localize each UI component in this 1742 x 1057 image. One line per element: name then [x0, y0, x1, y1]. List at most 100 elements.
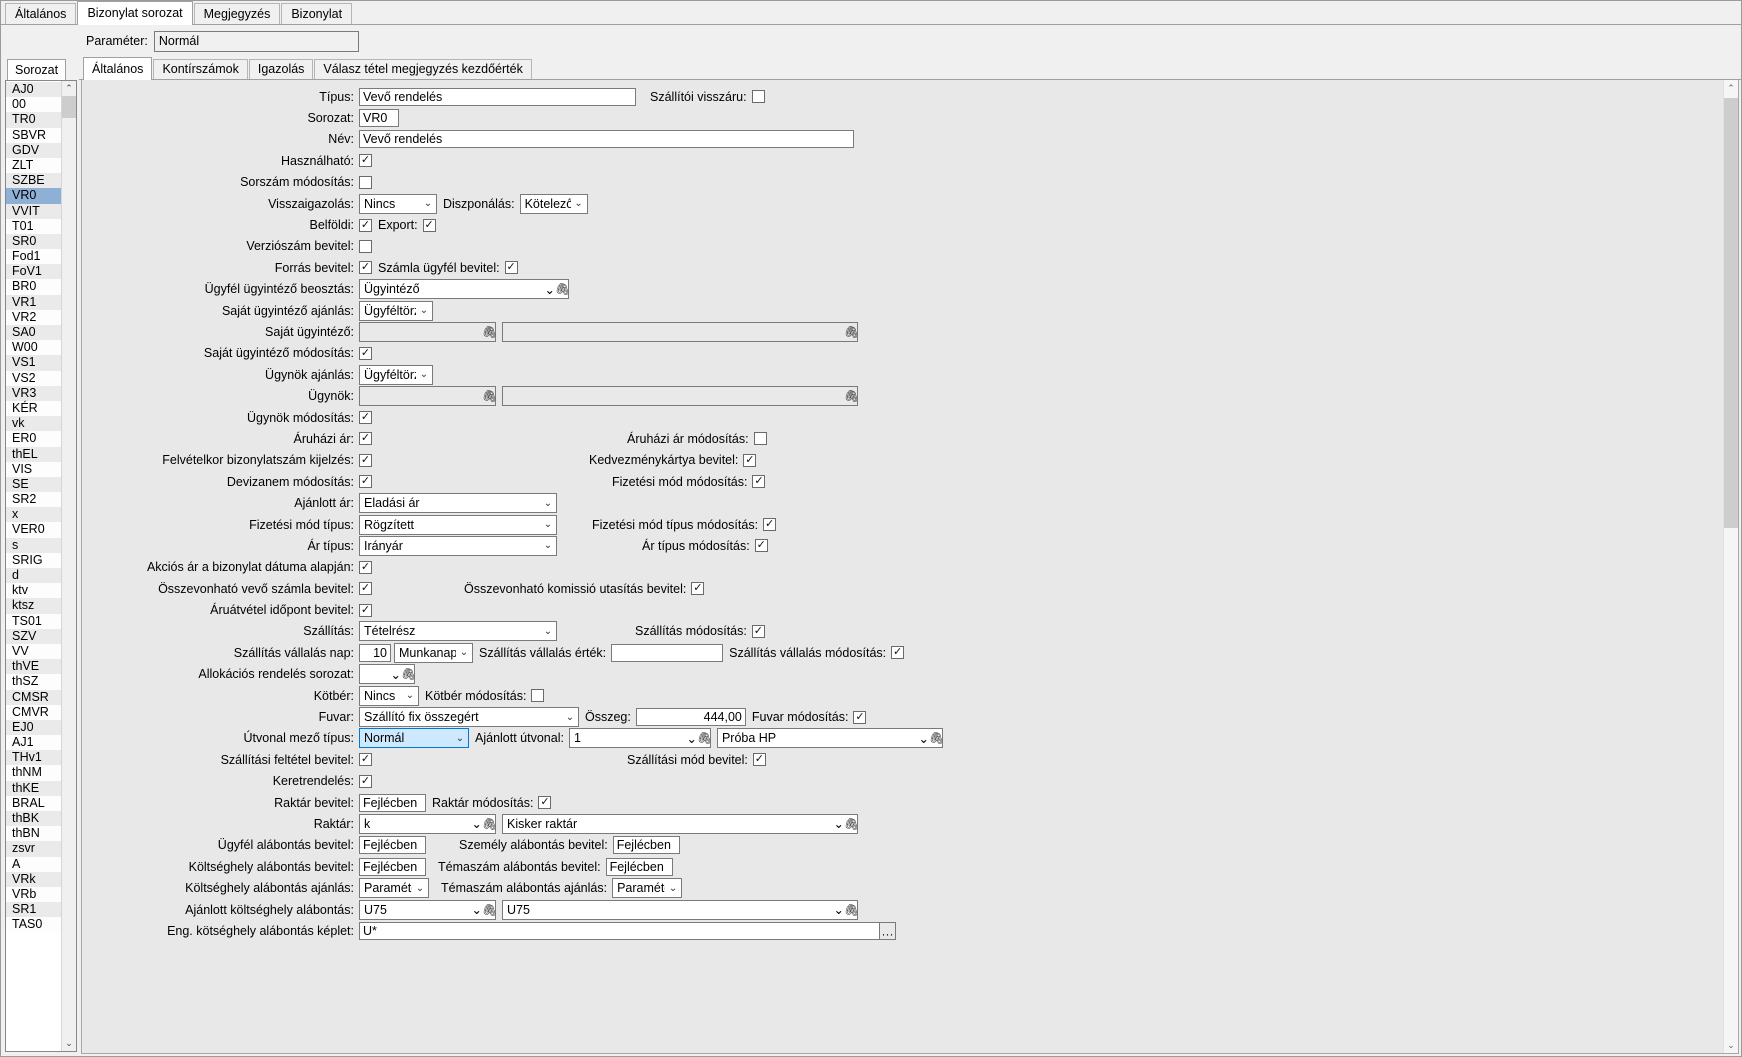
diszponalas-select[interactable]: Kötelező ⌄ — [519, 193, 588, 214]
form-scroll-up-icon[interactable]: ⌃ — [1724, 80, 1738, 96]
list-item[interactable]: BR0 — [6, 279, 61, 295]
tab-megjegyzes[interactable]: Megjegyzés — [193, 3, 281, 24]
list-item[interactable]: d — [6, 568, 61, 584]
clip-icon[interactable]: 🖇 — [482, 325, 497, 339]
list-item[interactable]: AJ1 — [6, 735, 61, 751]
devizanem-checkbox[interactable] — [359, 475, 372, 489]
list-item[interactable]: thEL — [6, 446, 61, 462]
ugyfel-alabontas-input[interactable] — [359, 836, 426, 855]
szallitas-vallalas-modositas-checkbox[interactable] — [891, 646, 905, 660]
list-item[interactable]: 00 — [6, 97, 61, 113]
ajanlott-utvonal-name-select[interactable]: Próba HP ⌄ 🖇 — [716, 728, 944, 749]
list-item[interactable]: VS2 — [6, 370, 61, 386]
tab-detail-altalanos[interactable]: Általános — [83, 57, 153, 80]
list-item[interactable]: FoV1 — [6, 264, 61, 280]
sajat-ugyintezo-code-field[interactable]: 🖇 — [359, 321, 497, 342]
szallitas-modositas-checkbox[interactable] — [751, 624, 765, 638]
felvetelkor-checkbox[interactable] — [359, 453, 372, 467]
list-item[interactable]: SR2 — [6, 492, 61, 508]
eng-koltseghely-input[interactable] — [359, 921, 880, 940]
list-item[interactable]: CMSR — [6, 689, 61, 705]
clip-icon[interactable]: 🖇 — [482, 903, 497, 917]
clip-icon[interactable]: 🖇 — [929, 731, 944, 745]
form-scroll-down-icon[interactable]: ⌄ — [1724, 1037, 1738, 1053]
list-item[interactable]: SA0 — [6, 325, 61, 341]
ellipsis-button[interactable]: ··· — [880, 921, 896, 940]
list-item[interactable]: THv1 — [6, 750, 61, 766]
clip-icon[interactable]: 🖇 — [844, 389, 859, 403]
sorszam-modositas-checkbox[interactable] — [359, 175, 372, 189]
list-item[interactable]: VR3 — [6, 385, 61, 401]
ugynok-modositas-checkbox[interactable] — [359, 411, 372, 425]
ugynok-name-field[interactable]: 🖇 — [502, 386, 859, 407]
scrollbar-track[interactable] — [62, 118, 76, 1036]
aruhazi-ar-checkbox[interactable] — [359, 432, 372, 446]
ar-tipus-modositas-checkbox[interactable] — [754, 539, 768, 553]
szemely-alabontas-input[interactable] — [612, 836, 680, 855]
aruhazi-ar-modositas-checkbox[interactable] — [753, 432, 767, 446]
list-item[interactable]: thBN — [6, 826, 61, 842]
form-scrollbar-track[interactable] — [1724, 528, 1738, 1037]
tab-sorozat[interactable]: Sorozat — [7, 59, 67, 80]
list-item[interactable]: zsvr — [6, 841, 61, 857]
forras-bevitel-checkbox[interactable] — [359, 261, 372, 275]
tab-detail-valasz-tetel[interactable]: Válasz tétel megjegyzés kezdőérték — [314, 59, 532, 79]
list-item[interactable]: ZLT — [6, 157, 61, 174]
list-item[interactable]: AJ0 — [6, 82, 61, 98]
tab-bizonylat-sorozat[interactable]: Bizonylat sorozat — [77, 1, 193, 25]
szamla-ugyfel-checkbox[interactable] — [504, 261, 518, 275]
list-item[interactable]: x — [6, 507, 61, 523]
sajat-ugyintezo-name-field[interactable]: 🖇 — [502, 321, 859, 342]
raktar-bevitel-input[interactable] — [359, 793, 426, 812]
clip-icon[interactable]: 🖇 — [482, 817, 497, 831]
kotber-select[interactable]: Nincs ⌄ — [359, 685, 419, 706]
ajanlott-koltseghely-code-select[interactable]: U75 ⌄ 🖇 — [359, 899, 497, 920]
list-item[interactable]: GDV — [6, 142, 61, 158]
szallitas-select[interactable]: Tételrész ⌄ — [359, 621, 557, 642]
clip-icon[interactable]: 🖇 — [844, 817, 859, 831]
list-item[interactable]: W00 — [6, 340, 61, 356]
list-item[interactable]: thSZ — [6, 674, 61, 690]
list-item[interactable]: TS01 — [6, 613, 61, 629]
tab-bizonylat[interactable]: Bizonylat — [281, 3, 353, 24]
ugyfel-ugyintezo-beosztas-select[interactable]: Ügyintéző ⌄ 🖇 — [359, 279, 570, 300]
sequence-scrollbar[interactable]: ⌃ ⌄ — [61, 81, 76, 1051]
szallitasi-feltetel-checkbox[interactable] — [359, 753, 372, 767]
export-checkbox[interactable] — [422, 218, 436, 232]
list-item[interactable]: thBK — [6, 811, 61, 827]
list-item[interactable]: SZBE — [6, 173, 61, 189]
ajanlott-utvonal-code-select[interactable]: 1 ⌄ 🖇 — [568, 728, 712, 749]
hasznalhato-checkbox[interactable] — [359, 154, 372, 168]
list-item[interactable]: EJ0 — [6, 719, 61, 736]
clip-icon[interactable]: 🖇 — [555, 282, 570, 296]
ajanlott-ar-select[interactable]: Eladási ár ⌄ — [359, 493, 557, 514]
clip-icon[interactable]: 🖇 — [697, 731, 712, 745]
osszeg-input[interactable] — [635, 708, 746, 727]
sajat-ugyintezo-modositas-checkbox[interactable] — [359, 346, 372, 360]
list-item[interactable]: TR0 — [6, 112, 61, 128]
ajanlott-koltseghely-name-select[interactable]: U75 ⌄ 🖇 — [502, 899, 859, 920]
list-item[interactable]: VRk — [6, 871, 61, 887]
fizetesi-mod-modositas-checkbox[interactable] — [752, 475, 766, 489]
raktar-modositas-checkbox[interactable] — [538, 796, 552, 810]
list-item[interactable]: vk — [6, 416, 61, 432]
aruatvetel-checkbox[interactable] — [359, 603, 372, 617]
keretrendeles-checkbox[interactable] — [359, 774, 372, 788]
list-item[interactable]: BRAL — [6, 795, 61, 811]
osszevonhato-komissio-checkbox[interactable] — [691, 582, 705, 596]
fuvar-select[interactable]: Szállító fix összegért ⌄ — [359, 707, 579, 728]
clip-icon[interactable]: 🖇 — [844, 903, 859, 917]
koltseghely-alabontas-input[interactable] — [359, 857, 426, 876]
list-item[interactable]: thNM — [6, 765, 61, 781]
list-item[interactable]: SE — [6, 476, 61, 493]
belfoldi-checkbox[interactable] — [359, 218, 372, 232]
clip-icon[interactable]: 🖇 — [401, 667, 416, 681]
list-item[interactable]: SZV — [6, 628, 61, 644]
list-item[interactable]: SR0 — [6, 233, 61, 250]
list-item[interactable]: Fod1 — [6, 249, 61, 265]
clip-icon[interactable]: 🖇 — [844, 325, 859, 339]
szallitasi-mod-checkbox[interactable] — [752, 753, 766, 767]
form-scrollbar[interactable]: ⌃ ⌄ — [1723, 80, 1738, 1053]
visszaigazolas-select[interactable]: Nincs ⌄ — [359, 193, 437, 214]
sorozat-input[interactable] — [359, 109, 399, 128]
